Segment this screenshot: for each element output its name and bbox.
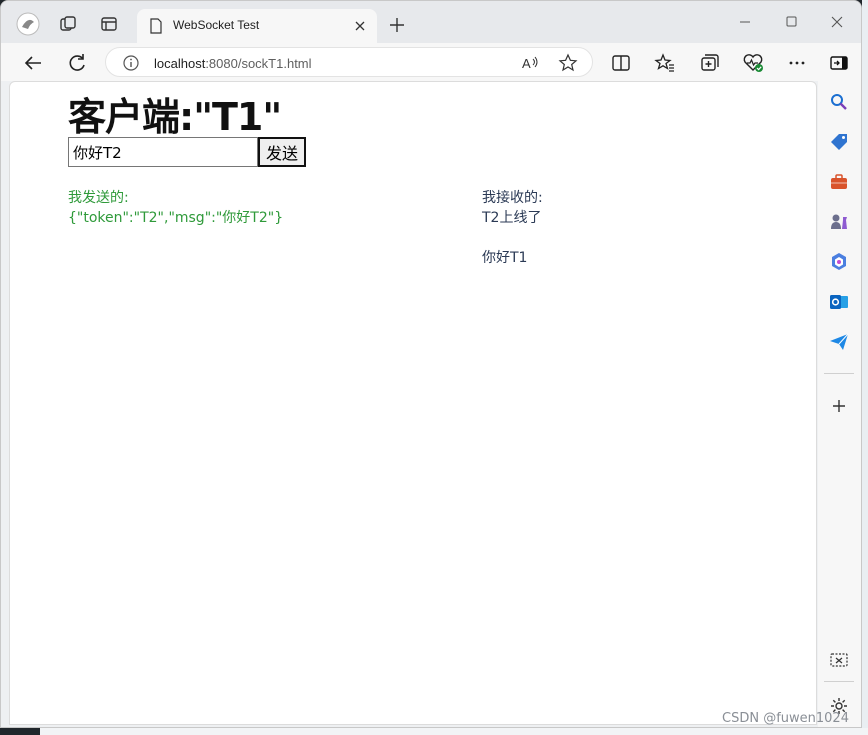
back-arrow-icon[interactable] (19, 49, 47, 77)
split-screen-icon[interactable] (607, 49, 635, 77)
maximize-button[interactable] (771, 9, 811, 35)
watermark-text: CSDN @fuwen1024 (722, 711, 849, 726)
tab-actions-icon[interactable] (94, 9, 124, 39)
screenshot-icon[interactable] (828, 649, 850, 671)
tab-websocket-test[interactable]: WebSocket Test (137, 9, 377, 43)
sent-message-item: {"token":"T2","msg":"你好T2"} (68, 210, 284, 226)
profile-avatar-icon[interactable] (13, 9, 43, 39)
page-title: 客户端:"T1" (68, 86, 282, 141)
svg-text:A: A (522, 56, 531, 71)
send-paper-plane-icon[interactable] (828, 331, 850, 353)
page-title-client-name: "T1" (193, 95, 282, 139)
outlook-icon[interactable] (828, 291, 850, 313)
search-icon[interactable] (828, 91, 850, 113)
minimize-button[interactable] (725, 9, 765, 35)
send-button[interactable]: 发送 (258, 137, 306, 167)
message-input[interactable] (68, 137, 258, 167)
refresh-icon[interactable] (63, 49, 91, 77)
browser-toolbar: localhost:8080/sockT1.html A (1, 43, 861, 81)
new-tab-button[interactable] (385, 13, 409, 37)
collections-icon[interactable] (695, 49, 723, 77)
received-label: 我接收的: (482, 190, 543, 206)
close-tab-icon[interactable] (351, 17, 369, 35)
tools-briefcase-icon[interactable] (828, 171, 850, 193)
address-bar[interactable]: localhost:8080/sockT1.html A (105, 47, 593, 77)
copilot-icon[interactable] (828, 251, 850, 273)
received-message-item: T2上线了 (482, 210, 542, 226)
site-info-icon[interactable] (122, 54, 140, 76)
read-aloud-icon[interactable]: A (520, 53, 540, 77)
sent-messages-column: 我发送的: {"token":"T2","msg":"你好T2"} (68, 188, 283, 228)
browser-window: WebSocket Test localhost:8080/sockT1.htm… (0, 0, 862, 728)
received-messages-column: 我接收的: T2上线了 你好T1 (482, 188, 543, 268)
tab-bar: WebSocket Test (1, 1, 861, 43)
url-path: :8080/sockT1.html (205, 56, 312, 71)
taskbar-edge (40, 728, 868, 735)
browser-essentials-icon[interactable] (739, 49, 767, 77)
page-icon (149, 18, 163, 38)
tab-title: WebSocket Test (173, 18, 260, 32)
page-viewport: 客户端:"T1" 发送 我发送的: {"token":"T2","msg":"你… (9, 81, 817, 725)
sidebar-divider (824, 373, 854, 374)
games-chess-icon[interactable] (828, 211, 850, 233)
page-title-prefix: 客户端: (68, 95, 194, 139)
sidebar-toggle-icon[interactable] (825, 49, 853, 77)
received-message-item: 你好T1 (482, 250, 528, 266)
sidebar-divider (824, 681, 854, 682)
background-window-edge (862, 0, 868, 735)
more-options-icon[interactable] (783, 49, 811, 77)
shopping-tag-icon[interactable] (828, 131, 850, 153)
url-host: localhost (154, 56, 206, 71)
close-window-button[interactable] (817, 9, 857, 35)
favorite-star-icon[interactable] (558, 53, 578, 77)
add-sidebar-app-icon[interactable] (828, 395, 850, 417)
workspaces-icon[interactable] (53, 9, 83, 39)
edge-sidebar (818, 81, 861, 727)
favorites-icon[interactable] (651, 49, 679, 77)
sent-label: 我发送的: (68, 190, 129, 206)
url-text[interactable]: localhost:8080/sockT1.html (154, 56, 312, 71)
